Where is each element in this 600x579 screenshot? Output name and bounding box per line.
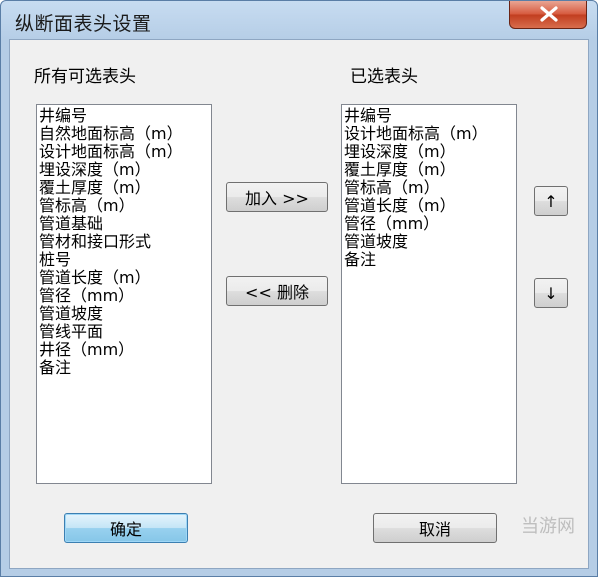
list-item[interactable]: 管道坡度 (344, 233, 514, 251)
list-item[interactable]: 埋设深度（m） (39, 161, 209, 179)
list-item[interactable]: 管材和接口形式 (39, 233, 209, 251)
list-item[interactable]: 管标高（m） (344, 179, 514, 197)
list-item[interactable]: 设计地面标高（m） (39, 143, 209, 161)
add-button[interactable]: 加入 >> (226, 182, 328, 212)
dialog-client-area: 所有可选表头 已选表头 井编号 自然地面标高（m） 设计地面标高（m） 埋设深度（m）… (9, 39, 589, 569)
close-button[interactable] (509, 1, 587, 29)
selected-headers-label: 已选表头 (350, 67, 418, 87)
list-item[interactable]: 自然地面标高（m） (39, 125, 209, 143)
list-item[interactable]: 备注 (344, 251, 514, 269)
list-item[interactable]: 桩号 (39, 251, 209, 269)
available-headers-label: 所有可选表头 (34, 67, 136, 87)
arrow-down-icon: ↓ (544, 283, 558, 303)
list-item[interactable]: 管道长度（m） (344, 197, 514, 215)
move-up-button[interactable]: ↑ (534, 186, 568, 216)
list-item[interactable]: 管线平面 (39, 323, 209, 341)
list-item[interactable]: 井编号 (39, 107, 209, 125)
cancel-button[interactable]: 取消 (373, 513, 497, 543)
dialog-window: 纵断面表头设置 所有可选表头 已选表头 井编号 自然地面标高（m） 设计地面标高（m… (0, 0, 598, 577)
list-item[interactable]: 埋设深度（m） (344, 143, 514, 161)
move-down-button[interactable]: ↓ (534, 278, 568, 308)
list-item[interactable]: 设计地面标高（m） (344, 125, 514, 143)
list-item[interactable]: 管道长度（m） (39, 269, 209, 287)
arrow-up-icon: ↑ (544, 191, 558, 211)
list-item[interactable]: 管标高（m） (39, 197, 209, 215)
list-item[interactable]: 覆土厚度（m） (344, 161, 514, 179)
close-icon (540, 6, 558, 22)
ok-button[interactable]: 确定 (64, 513, 188, 543)
selected-headers-list[interactable]: 井编号 设计地面标高（m） 埋设深度（m） 覆土厚度（m） 管标高（m） 管道长度（m）管… (341, 104, 517, 484)
available-headers-list[interactable]: 井编号 自然地面标高（m） 设计地面标高（m） 埋设深度（m） 覆土厚度（m） 管标高（m… (36, 104, 212, 484)
list-item[interactable]: 覆土厚度（m） (39, 179, 209, 197)
list-item[interactable]: 井编号 (344, 107, 514, 125)
list-item[interactable]: 备注 (39, 359, 209, 377)
list-item[interactable]: 井径（mm） (39, 341, 209, 359)
list-item[interactable]: 管径（mm） (344, 215, 514, 233)
list-item[interactable]: 管道坡度 (39, 305, 209, 323)
list-item[interactable]: 管道基础 (39, 215, 209, 233)
list-item[interactable]: 管径（mm） (39, 287, 209, 305)
title-bar[interactable]: 纵断面表头设置 (1, 1, 597, 39)
remove-button[interactable]: << 删除 (226, 276, 328, 306)
window-title: 纵断面表头设置 (15, 13, 152, 35)
